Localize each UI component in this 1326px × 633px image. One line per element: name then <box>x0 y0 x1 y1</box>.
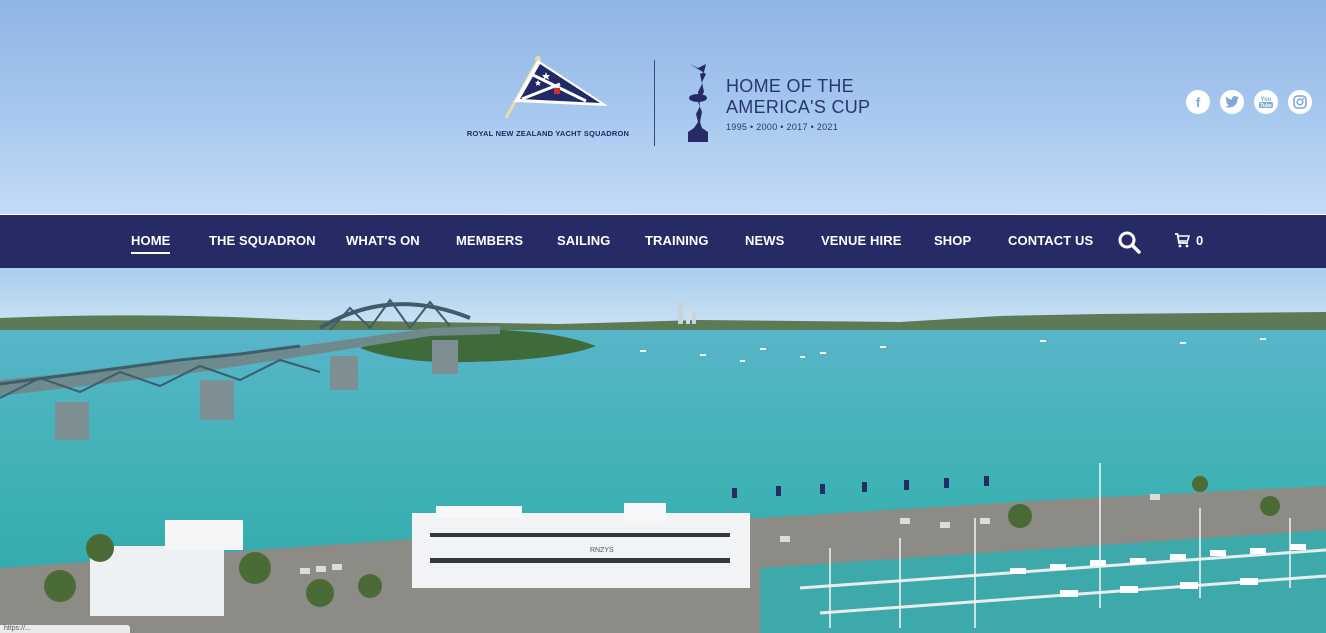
site-header: ROYAL NEW ZEALAND YACHT SQUADRON HOME OF… <box>0 0 1326 214</box>
cart-button[interactable]: 0 <box>1174 233 1203 248</box>
main-nav: HOME THE SQUADRON WHAT'S ON MEMBERS SAIL… <box>0 214 1326 268</box>
nav-item-news[interactable]: NEWS <box>745 233 784 252</box>
browser-status-bar: https://... <box>0 625 130 633</box>
tagline-years: 1995 • 2000 • 2017 • 2021 <box>726 122 839 132</box>
nav-item-training[interactable]: TRAINING <box>645 233 709 252</box>
nav-item-the-squadron[interactable]: THE SQUADRON <box>209 233 316 252</box>
burgee-icon <box>504 56 608 119</box>
nav-item-shop[interactable]: SHOP <box>934 233 971 252</box>
social-links: f You Tube <box>1186 90 1312 114</box>
cart-icon <box>1175 233 1190 248</box>
facebook-icon[interactable]: f <box>1186 90 1210 114</box>
search-icon[interactable] <box>1117 230 1141 254</box>
twitter-icon[interactable] <box>1220 90 1244 114</box>
americas-cup-trophy-icon <box>688 64 708 142</box>
cart-count: 0 <box>1196 233 1204 248</box>
hero-image: RNZYS <box>0 268 1326 633</box>
nav-item-contact-us[interactable]: CONTACT US <box>1008 233 1093 252</box>
nav-item-members[interactable]: MEMBERS <box>456 233 523 252</box>
nav-item-sailing[interactable]: SAILING <box>557 233 610 252</box>
club-name: ROYAL NEW ZEALAND YACHT SQUADRON <box>466 129 630 138</box>
youtube-glyph: You Tube <box>1259 97 1273 109</box>
tagline-line1: HOME OF THE <box>726 76 854 96</box>
americas-cup-tagline: HOME OF THE AMERICA'S CUP 1995 • 2000 • … <box>726 76 870 132</box>
logo-divider <box>654 60 655 146</box>
harbour-scene: RNZYS <box>0 268 1326 633</box>
twitter-bird-glyph <box>1225 96 1239 108</box>
instagram-icon[interactable] <box>1288 90 1312 114</box>
rnzys-logo[interactable]: ROYAL NEW ZEALAND YACHT SQUADRON <box>462 54 634 138</box>
building-sign: RNZYS <box>590 547 614 554</box>
nav-item-venue-hire[interactable]: VENUE HIRE <box>821 233 901 252</box>
youtube-icon[interactable]: You Tube <box>1254 90 1278 114</box>
nav-item-home[interactable]: HOME <box>131 233 171 254</box>
tagline-line2: AMERICA'S CUP <box>726 97 871 117</box>
svg-text:Tube: Tube <box>1260 103 1272 109</box>
instagram-glyph <box>1293 95 1307 109</box>
nav-item-whats-on[interactable]: WHAT'S ON <box>346 233 420 252</box>
